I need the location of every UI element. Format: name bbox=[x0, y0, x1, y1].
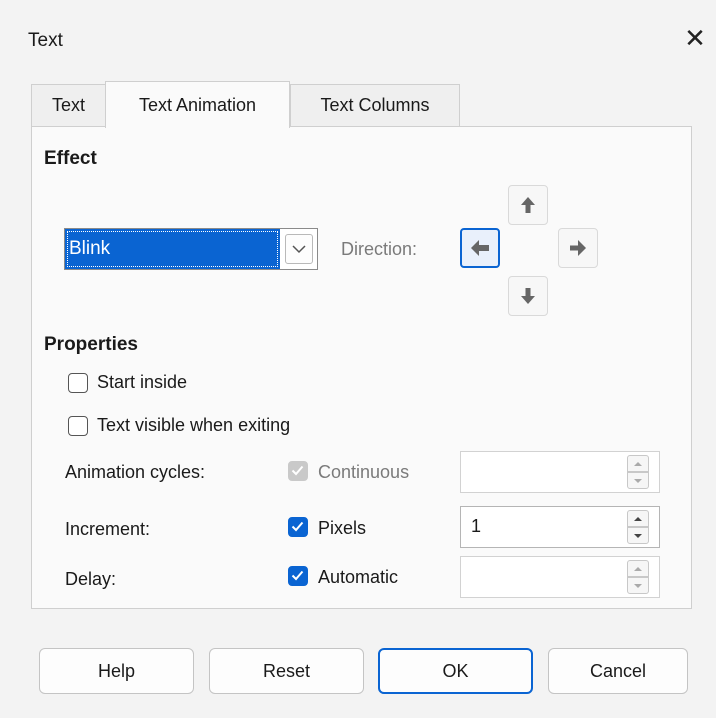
pixels-label: Pixels bbox=[318, 518, 367, 538]
continuous-checkbox[interactable] bbox=[288, 461, 308, 481]
properties-heading: Properties bbox=[44, 334, 138, 355]
arrow-left-icon[interactable] bbox=[460, 228, 500, 268]
automatic-label: Automatic bbox=[318, 567, 399, 587]
spin-up-icon[interactable] bbox=[627, 510, 649, 527]
arrow-down-icon[interactable] bbox=[508, 276, 548, 316]
spin-down-icon[interactable] bbox=[627, 472, 649, 489]
title-bar bbox=[0, 0, 716, 84]
chevron-down-icon[interactable] bbox=[285, 234, 313, 264]
increment-value: 1 bbox=[471, 516, 482, 536]
direction-label: Direction: bbox=[341, 239, 418, 259]
reset-button[interactable]: Reset bbox=[209, 648, 364, 694]
animation-cycles-label: Animation cycles: bbox=[65, 462, 206, 482]
animation-cycles-spinbox[interactable] bbox=[460, 451, 660, 493]
pixels-checkbox[interactable] bbox=[288, 517, 308, 537]
spin-down-icon[interactable] bbox=[627, 577, 649, 594]
dialog-title: Text bbox=[28, 30, 63, 51]
delay-spinbox[interactable] bbox=[460, 556, 660, 598]
arrow-right-icon[interactable] bbox=[558, 228, 598, 268]
increment-label: Increment: bbox=[65, 519, 151, 539]
tab-text-columns[interactable]: Text Columns bbox=[290, 84, 460, 126]
start-inside-label: Start inside bbox=[97, 372, 188, 392]
spin-up-icon[interactable] bbox=[627, 560, 649, 577]
help-button[interactable]: Help bbox=[39, 648, 194, 694]
ok-button-label: OK bbox=[442, 660, 469, 681]
effect-combobox-value: Blink bbox=[65, 229, 280, 269]
tab-text-columns-label: Text Columns bbox=[320, 95, 430, 115]
effect-combobox[interactable]: Blink bbox=[64, 228, 318, 270]
text-visible-label: Text visible when exiting bbox=[97, 415, 291, 435]
delay-label: Delay: bbox=[65, 569, 117, 589]
close-icon[interactable]: ✕ bbox=[680, 22, 710, 56]
spin-down-icon[interactable] bbox=[627, 527, 649, 544]
tab-text-animation-label: Text Animation bbox=[138, 94, 257, 115]
cancel-button[interactable]: Cancel bbox=[548, 648, 688, 694]
automatic-checkbox[interactable] bbox=[288, 566, 308, 586]
tab-text[interactable]: Text bbox=[31, 84, 106, 126]
text-visible-checkbox[interactable] bbox=[68, 416, 88, 436]
tab-text-label: Text bbox=[51, 95, 85, 115]
reset-button-label: Reset bbox=[262, 660, 311, 681]
effect-heading: Effect bbox=[44, 148, 97, 169]
increment-spinbox[interactable]: 1 bbox=[460, 506, 660, 548]
spin-up-icon[interactable] bbox=[627, 455, 649, 472]
help-button-label: Help bbox=[97, 660, 136, 681]
ok-button[interactable]: OK bbox=[378, 648, 533, 694]
arrow-up-icon[interactable] bbox=[508, 185, 548, 225]
start-inside-checkbox[interactable] bbox=[68, 373, 88, 393]
tab-text-animation[interactable]: Text Animation bbox=[105, 81, 290, 128]
dialog-window: Text ✕ Text Text Animation Text Columns … bbox=[0, 0, 716, 718]
cancel-button-label: Cancel bbox=[589, 660, 647, 681]
continuous-label: Continuous bbox=[318, 462, 410, 482]
